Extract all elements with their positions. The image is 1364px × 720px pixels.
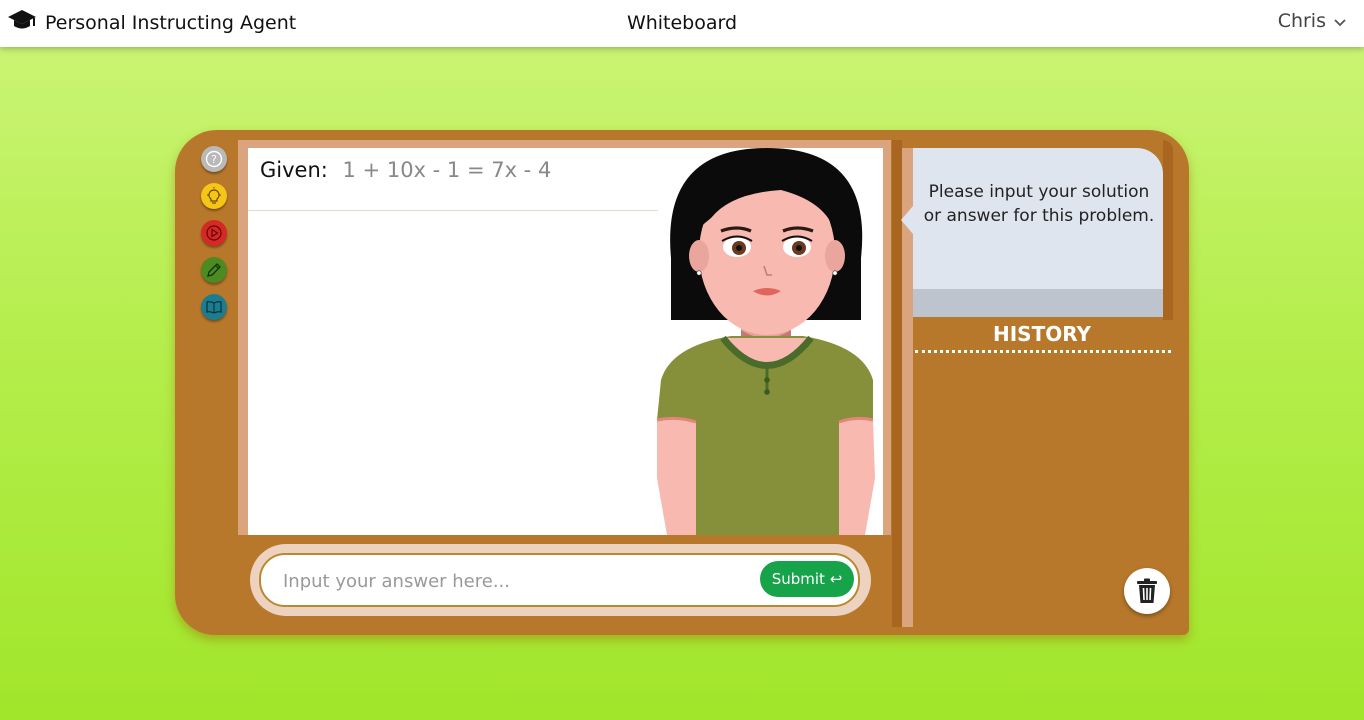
page-title: Whiteboard	[626, 12, 738, 34]
question-icon: ?	[205, 150, 223, 168]
clear-history-button[interactable]	[1124, 568, 1170, 614]
edit-button[interactable]	[201, 257, 227, 283]
history-title: HISTORY	[992, 322, 1092, 346]
tool-sidebar: ?	[201, 146, 231, 320]
agent-speech-bubble: Please input your solution or answer for…	[913, 148, 1163, 317]
given-equation: 1 + 10x - 1 = 7x - 4	[342, 158, 552, 182]
lightbulb-icon	[207, 187, 221, 204]
given-label: Given:	[260, 158, 328, 182]
answer-input-box: Submit ↩	[259, 553, 860, 607]
play-icon	[206, 225, 222, 241]
speech-pointer	[901, 206, 913, 234]
speech-panel-edge	[1163, 140, 1173, 320]
hint-button[interactable]	[201, 183, 227, 209]
whiteboard-canvas[interactable]: Given: 1 + 10x - 1 = 7x - 4	[248, 148, 883, 535]
answer-input-container: Submit ↩	[250, 544, 871, 616]
chevron-down-icon	[1334, 10, 1346, 32]
given-problem: Given: 1 + 10x - 1 = 7x - 4	[260, 158, 551, 182]
given-divider	[248, 210, 658, 211]
history-divider	[915, 350, 1171, 353]
help-button[interactable]: ?	[201, 146, 227, 172]
trash-icon	[1137, 578, 1157, 603]
book-icon	[206, 301, 222, 314]
video-button[interactable]	[201, 220, 227, 246]
answer-input[interactable]	[281, 567, 745, 595]
top-navbar: Personal Instructing Agent Whiteboard Ch…	[0, 0, 1364, 47]
user-menu[interactable]: Chris	[1278, 10, 1346, 32]
submit-button[interactable]: Submit ↩	[760, 561, 854, 597]
speech-bubble-footer	[913, 289, 1163, 317]
book-button[interactable]	[201, 294, 227, 320]
whiteboard-frame: ? Given: 1 + 10x - 1 = 7x - 4 Please inp…	[175, 130, 1189, 635]
svg-text:?: ?	[211, 153, 217, 166]
agent-message: Please input your solution or answer for…	[923, 182, 1155, 226]
pencil-icon	[207, 263, 221, 277]
user-name: Chris	[1277, 10, 1326, 32]
instructor-avatar	[656, 148, 875, 535]
